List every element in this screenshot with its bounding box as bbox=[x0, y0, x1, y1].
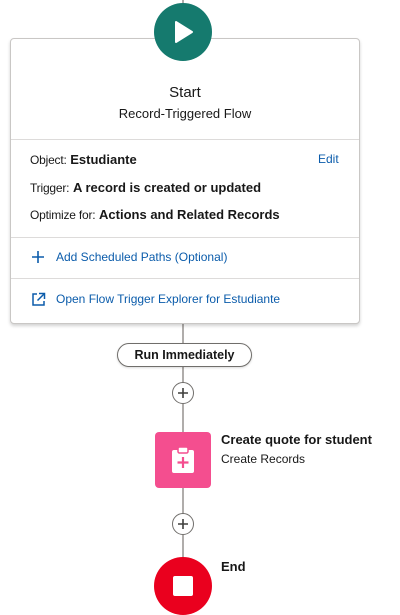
clipboard-plus-icon bbox=[172, 446, 194, 473]
trigger-label: Trigger: bbox=[30, 181, 70, 195]
edit-link[interactable]: Edit bbox=[318, 152, 339, 166]
add-scheduled-paths-label: Add Scheduled Paths (Optional) bbox=[56, 250, 228, 264]
end-node[interactable] bbox=[154, 557, 212, 615]
card-divider bbox=[11, 139, 359, 140]
element-type: Create Records bbox=[221, 452, 306, 466]
plus-icon bbox=[178, 519, 188, 529]
connector-add-to-element bbox=[182, 404, 184, 432]
add-element-button[interactable] bbox=[172, 382, 194, 404]
object-row: Object: Estudiante bbox=[30, 152, 137, 167]
card-divider bbox=[11, 278, 359, 279]
plus-icon bbox=[30, 249, 46, 265]
object-value: Estudiante bbox=[70, 152, 137, 167]
object-label: Object: bbox=[30, 153, 67, 167]
stop-icon bbox=[173, 576, 193, 596]
optimize-row: Optimize for: Actions and Related Record… bbox=[30, 207, 280, 222]
start-subtitle: Record-Triggered Flow bbox=[118, 106, 252, 121]
open-trigger-explorer-label: Open Flow Trigger Explorer for Estudiant… bbox=[56, 292, 281, 306]
trigger-row: Trigger: A record is created or updated bbox=[30, 180, 261, 195]
optimize-label: Optimize for: bbox=[30, 208, 96, 222]
run-immediately-path[interactable]: Run Immediately bbox=[117, 343, 252, 367]
connector-card-to-pill bbox=[182, 324, 184, 344]
optimize-value: Actions and Related Records bbox=[99, 207, 280, 222]
open-trigger-explorer-link[interactable]: Open Flow Trigger Explorer for Estudiant… bbox=[30, 291, 280, 307]
start-node[interactable] bbox=[154, 3, 212, 61]
connector-element-to-add bbox=[182, 488, 184, 514]
end-label: End bbox=[221, 559, 246, 574]
create-records-element[interactable] bbox=[155, 432, 211, 488]
start-title: Start bbox=[169, 84, 201, 101]
element-title: Create quote for student bbox=[221, 432, 372, 447]
connector-pill-to-add bbox=[182, 367, 184, 383]
plus-icon bbox=[178, 388, 188, 398]
trigger-value: A record is created or updated bbox=[72, 180, 262, 195]
connector-add-to-end bbox=[182, 535, 184, 559]
add-scheduled-paths-link[interactable]: Add Scheduled Paths (Optional) bbox=[30, 249, 227, 265]
add-element-button[interactable] bbox=[172, 513, 194, 535]
card-divider bbox=[11, 237, 359, 238]
external-link-icon bbox=[30, 291, 46, 307]
play-icon bbox=[175, 21, 193, 43]
